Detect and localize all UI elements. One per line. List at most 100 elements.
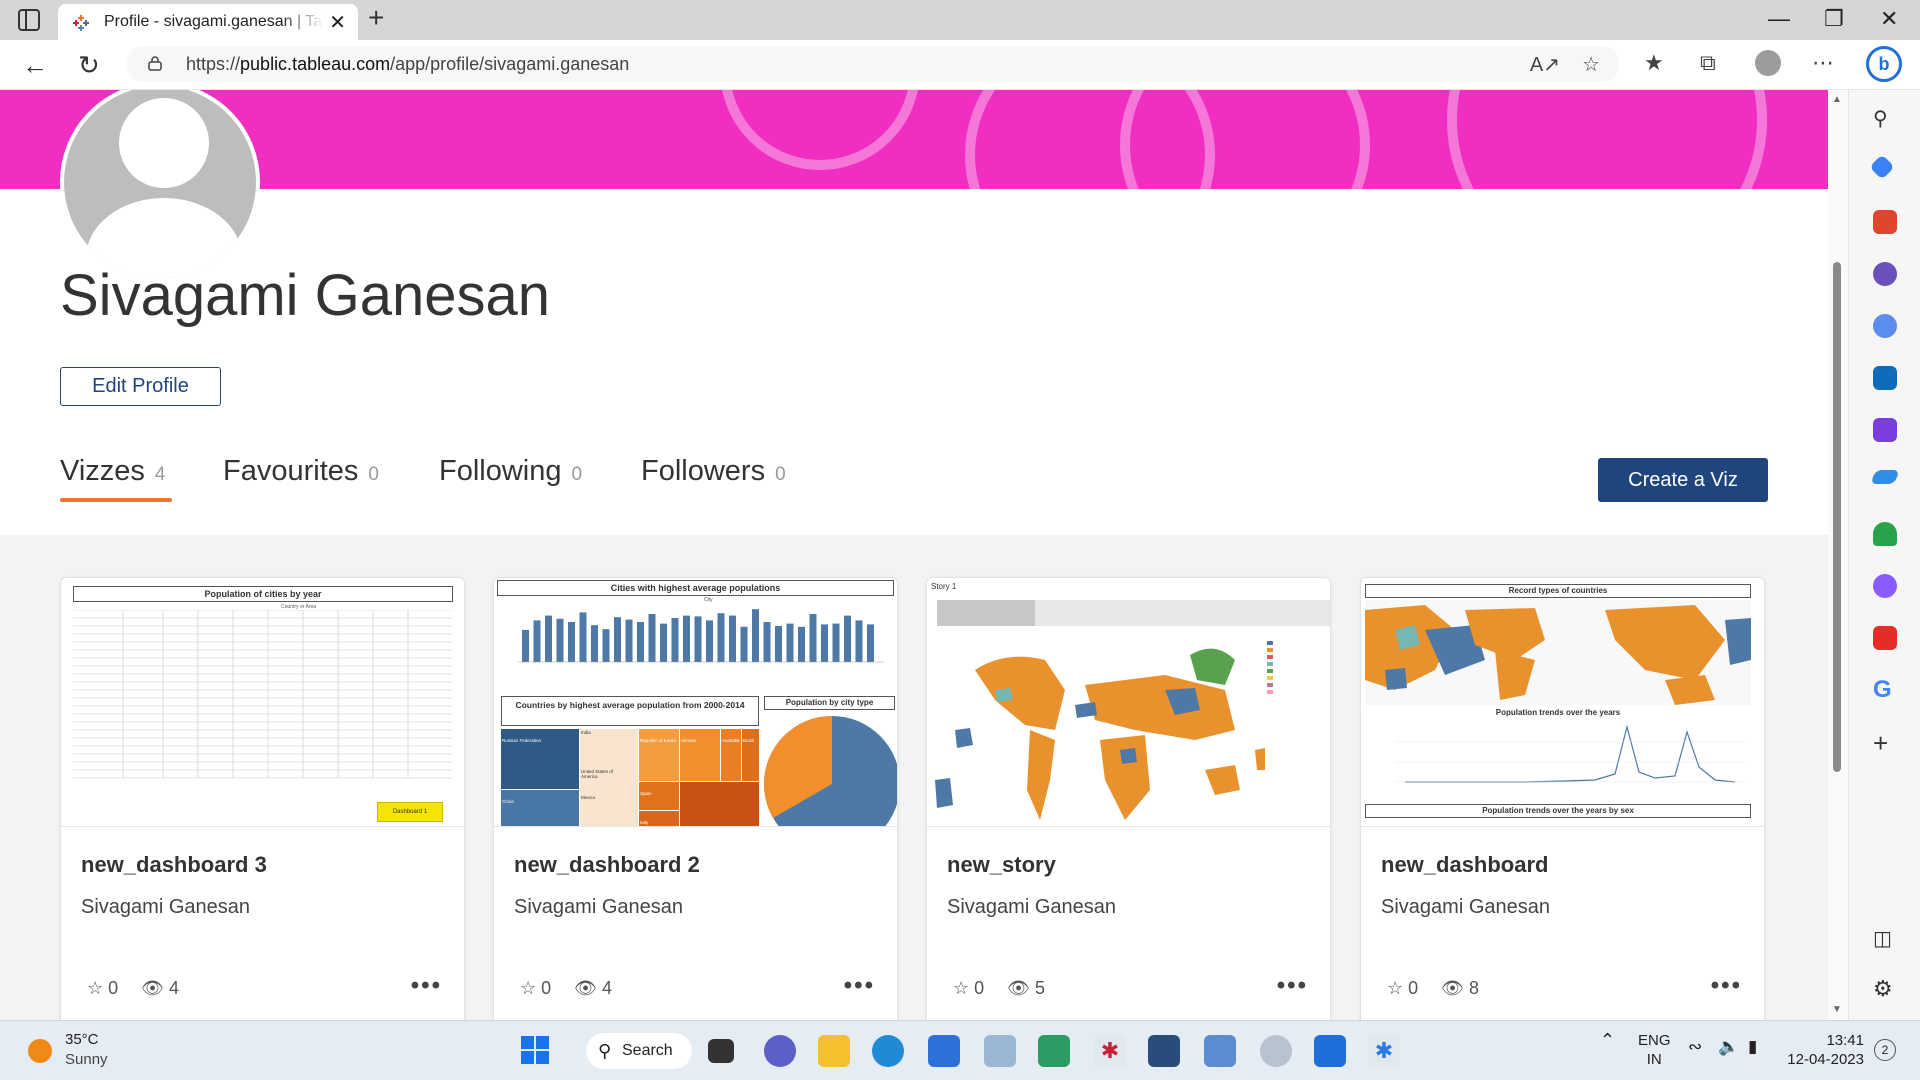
- teams-chat-icon[interactable]: [764, 1035, 796, 1067]
- favorite-icon[interactable]: ☆ 0: [953, 978, 984, 999]
- add-favorite-icon[interactable]: ☆: [1582, 52, 1600, 77]
- weather-icon[interactable]: [28, 1039, 52, 1063]
- thumb-title-3: Population by city type: [764, 696, 895, 710]
- store-icon[interactable]: [928, 1035, 960, 1067]
- read-aloud-icon[interactable]: A↗: [1530, 52, 1560, 77]
- minimize-icon[interactable]: —: [1768, 6, 1790, 32]
- thumb-title-2: Population trends over the years: [1495, 708, 1621, 717]
- viz-stats: ☆ 0 👁 5: [953, 978, 1063, 999]
- notification-badge[interactable]: 2: [1874, 1039, 1896, 1061]
- paint-icon[interactable]: [984, 1035, 1016, 1067]
- profile-icon[interactable]: [1755, 50, 1781, 76]
- favorite-icon[interactable]: ☆ 0: [520, 978, 551, 999]
- viz-card[interactable]: Story 1 new_story Sivagami Ganesan ☆ 0 👁…: [926, 577, 1331, 1037]
- profile-avatar[interactable]: [60, 90, 260, 282]
- task-view-icon[interactable]: [708, 1039, 734, 1063]
- app-t-icon[interactable]: [1038, 1035, 1070, 1067]
- search-icon[interactable]: ⚲: [1873, 106, 1897, 130]
- tools-icon[interactable]: [1873, 210, 1897, 234]
- sidebar-toggle-icon[interactable]: ◫: [1873, 926, 1897, 950]
- volume-icon[interactable]: 🔈: [1718, 1037, 1739, 1056]
- settings-app-icon[interactable]: [1260, 1035, 1292, 1067]
- viz-card[interactable]: Record types of countries Population tre…: [1360, 577, 1765, 1037]
- mail-icon[interactable]: [1314, 1035, 1346, 1067]
- window-close-icon[interactable]: ✕: [1880, 6, 1898, 32]
- favorite-icon[interactable]: ☆ 0: [87, 978, 118, 999]
- taskbar-search[interactable]: ⚲ Search: [586, 1033, 692, 1069]
- tableau-public-icon[interactable]: ✱: [1368, 1035, 1400, 1067]
- views-icon: 👁 4: [574, 978, 613, 998]
- chart-app-icon[interactable]: [1204, 1035, 1236, 1067]
- scroll-up-icon[interactable]: ▲: [1832, 94, 1842, 105]
- tab-favourites[interactable]: Favourites 0: [223, 455, 379, 488]
- new-tab-button[interactable]: +: [368, 2, 384, 34]
- tree-icon[interactable]: [1873, 522, 1897, 546]
- tab-followers[interactable]: Followers 0: [641, 455, 786, 488]
- shopping-tag-icon[interactable]: [1869, 154, 1895, 180]
- page-scrollbar[interactable]: ▲ ▼: [1828, 90, 1848, 1020]
- tab-actions-icon[interactable]: [18, 9, 40, 31]
- more-options-icon[interactable]: •••: [1711, 972, 1742, 1000]
- scroll-thumb[interactable]: [1833, 262, 1841, 772]
- viz-title[interactable]: new_dashboard 2: [514, 852, 700, 878]
- url-field[interactable]: https://public.tableau.com/app/profile/s…: [126, 46, 1620, 82]
- thumb-title: Cities with highest average populations: [497, 580, 894, 596]
- more-options-icon[interactable]: •••: [844, 972, 875, 1000]
- favorites-icon[interactable]: ★: [1644, 50, 1664, 76]
- bing-copilot-icon[interactable]: b: [1866, 46, 1902, 82]
- tab-vizzes[interactable]: Vizzes 4: [60, 455, 173, 502]
- send-icon[interactable]: [1870, 470, 1900, 484]
- viz-author[interactable]: Sivagami Ganesan: [1381, 896, 1550, 919]
- tableau-favicon-icon: [73, 15, 89, 31]
- youtube-icon[interactable]: [1873, 626, 1897, 650]
- edit-profile-button[interactable]: Edit Profile: [60, 367, 221, 406]
- viz-thumbnail[interactable]: Population of cities by year Country or …: [61, 578, 464, 827]
- browser-tab[interactable]: Profile - sivagami.ganesan | Tableau Pub…: [58, 4, 358, 40]
- profile-banner: [0, 90, 1828, 189]
- create-viz-button[interactable]: Create a Viz: [1598, 458, 1768, 502]
- google-icon[interactable]: G: [1873, 676, 1897, 703]
- maximize-icon[interactable]: ❐: [1824, 6, 1844, 32]
- viz-stats: ☆ 0 👁 4: [87, 978, 197, 999]
- messenger-icon[interactable]: [1873, 574, 1897, 598]
- viz-title[interactable]: new_story: [947, 852, 1056, 878]
- more-options-icon[interactable]: •••: [411, 972, 442, 1000]
- settings-more-icon[interactable]: ⋯: [1812, 50, 1834, 76]
- tab-close-icon[interactable]: ✕: [329, 10, 346, 35]
- outlook-icon[interactable]: [1873, 366, 1897, 390]
- viz-author[interactable]: Sivagami Ganesan: [514, 896, 683, 919]
- clock[interactable]: 13:41 12-04-2023: [1784, 1031, 1864, 1069]
- view-count: 8: [1469, 978, 1480, 998]
- viz-author[interactable]: Sivagami Ganesan: [947, 896, 1116, 919]
- viz-title[interactable]: new_dashboard 3: [81, 852, 267, 878]
- scroll-down-icon[interactable]: ▼: [1832, 1004, 1842, 1015]
- wifi-icon[interactable]: ∾: [1688, 1037, 1702, 1056]
- viz-thumbnail[interactable]: Story 1: [927, 578, 1330, 827]
- mysql-icon[interactable]: [1148, 1035, 1180, 1067]
- tray-overflow-icon[interactable]: ⌃: [1600, 1031, 1615, 1050]
- favorite-count: 0: [108, 978, 119, 998]
- viz-thumbnail[interactable]: Record types of countries Population tre…: [1361, 578, 1764, 827]
- viz-author[interactable]: Sivagami Ganesan: [81, 896, 250, 919]
- edge-icon[interactable]: [872, 1035, 904, 1067]
- add-icon[interactable]: +: [1873, 728, 1897, 758]
- viz-thumbnail[interactable]: Cities with highest average populations …: [494, 578, 897, 827]
- microsoft-365-icon[interactable]: [1873, 314, 1897, 338]
- refresh-icon[interactable]: ↻: [78, 50, 100, 81]
- games-icon[interactable]: [1873, 262, 1897, 286]
- viz-card[interactable]: Cities with highest average populations …: [493, 577, 898, 1037]
- battery-icon[interactable]: ▮: [1748, 1037, 1757, 1056]
- viz-title[interactable]: new_dashboard: [1381, 852, 1548, 878]
- more-options-icon[interactable]: •••: [1277, 972, 1308, 1000]
- tableau-icon[interactable]: ✱: [1094, 1035, 1126, 1067]
- settings-icon[interactable]: ⚙: [1873, 976, 1897, 1001]
- language-indicator[interactable]: ENG IN: [1638, 1031, 1671, 1069]
- tab-following[interactable]: Following 0: [439, 455, 582, 488]
- start-icon[interactable]: [520, 1035, 552, 1067]
- collections-icon[interactable]: ⧉: [1700, 50, 1716, 76]
- viz-card[interactable]: Population of cities by year Country or …: [60, 577, 465, 1037]
- designer-icon[interactable]: [1873, 418, 1897, 442]
- file-explorer-icon[interactable]: [818, 1035, 850, 1067]
- favorite-icon[interactable]: ☆ 0: [1387, 978, 1418, 999]
- back-icon[interactable]: ←: [22, 50, 48, 81]
